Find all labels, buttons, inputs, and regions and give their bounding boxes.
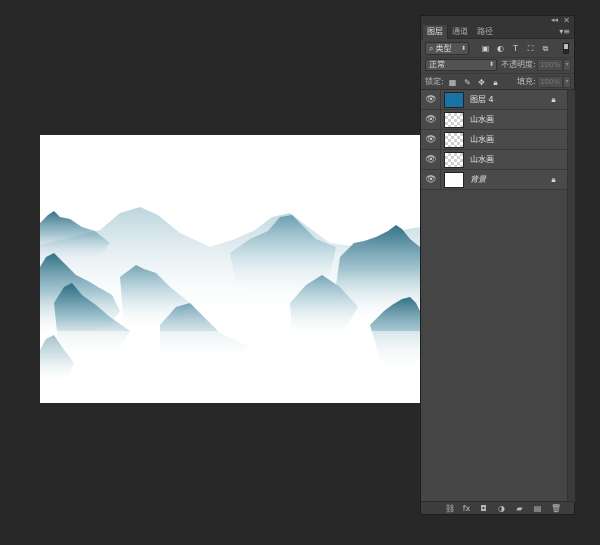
lock-label: 锁定:: [425, 77, 444, 86]
layer-name: 图层 4: [470, 95, 494, 104]
document-canvas[interactable]: [40, 135, 420, 403]
add-mask-icon[interactable]: ◘: [479, 504, 488, 513]
filter-toggle-switch[interactable]: [563, 43, 569, 54]
layer-thumbnail: [444, 92, 464, 108]
tab-layers[interactable]: 图层: [423, 25, 448, 39]
collapse-panel-icon[interactable]: ◂◂: [551, 16, 558, 25]
chevron-updown-icon: ⬍: [488, 61, 494, 68]
layer-thumbnail: [444, 152, 464, 168]
lock-icon: 🔒︎: [551, 175, 556, 184]
layer-row[interactable]: 👁︎ 背景 🔒︎: [421, 170, 567, 190]
layer-filter-row: ⌕ 类型 ⬍ ▣ ◐ T ⛶ ⧉: [421, 39, 574, 58]
layer-row[interactable]: 👁︎ 图层 4 🔒︎: [421, 90, 567, 110]
eye-column-divider: [440, 150, 441, 170]
visibility-eye-icon[interactable]: 👁︎: [425, 95, 437, 105]
eye-column-divider: [440, 130, 441, 150]
filter-pixel-icon[interactable]: ▣: [481, 44, 490, 53]
tab-paths[interactable]: 路径: [473, 25, 497, 39]
close-panel-icon[interactable]: ✕: [563, 16, 570, 25]
lock-icon: 🔒︎: [551, 95, 556, 104]
chevron-updown-icon: ⬍: [460, 45, 466, 52]
opacity-dropdown-icon[interactable]: ▾: [563, 59, 571, 71]
eye-column-divider: [440, 170, 441, 190]
layer-thumbnail: [444, 172, 464, 188]
blend-mode-label: 正常: [429, 60, 445, 69]
fill-dropdown-icon[interactable]: ▾: [563, 76, 571, 88]
fill-field[interactable]: 100%: [537, 76, 563, 88]
layer-row[interactable]: 👁︎ 山水画: [421, 110, 567, 130]
new-adjustment-layer-icon[interactable]: ◑: [497, 504, 506, 513]
blend-mode-select[interactable]: 正常 ⬍: [425, 59, 497, 71]
lock-all-icon[interactable]: 🔒︎: [491, 78, 500, 87]
new-layer-icon[interactable]: ▤: [533, 504, 542, 513]
panel-menu-icon[interactable]: ▾≡: [559, 25, 570, 39]
filter-kind-select[interactable]: ⌕ 类型 ⬍: [425, 42, 469, 55]
blend-opacity-row: 正常 ⬍ 不透明度: 100% ▾: [421, 58, 574, 72]
layers-panel: ◂◂ ✕ 图层 通道 路径 ▾≡ ⌕ 类型 ⬍ ▣ ◐ T ⛶ ⧉ 正常 ⬍ 不透…: [420, 15, 575, 515]
filter-adjustment-icon[interactable]: ◐: [496, 44, 505, 53]
layer-row[interactable]: 👁︎ 山水画: [421, 130, 567, 150]
layer-name: 背景: [470, 175, 486, 184]
panel-tabs: 图层 通道 路径 ▾≡: [421, 25, 574, 39]
lock-position-icon[interactable]: ✥: [477, 78, 486, 87]
layer-name: 山水画: [470, 135, 494, 144]
lock-transparent-pixels-icon[interactable]: ▦: [448, 78, 457, 87]
eye-column-divider: [440, 90, 441, 110]
layer-row[interactable]: 👁︎ 山水画: [421, 150, 567, 170]
link-layers-icon[interactable]: ⛓: [445, 504, 455, 513]
tab-channels[interactable]: 通道: [448, 25, 472, 39]
layers-scrollbar[interactable]: [567, 90, 575, 502]
visibility-eye-icon[interactable]: 👁︎: [425, 135, 437, 145]
mountain-landscape-artwork: [40, 207, 420, 403]
layers-list: 👁︎ 图层 4 🔒︎ 👁︎ 山水画 👁︎ 山水画 👁︎ 山水画 👁︎ 背景 🔒︎: [421, 90, 567, 502]
new-group-icon[interactable]: ▰: [515, 504, 524, 513]
layer-name: 山水画: [470, 115, 494, 124]
delete-layer-icon[interactable]: 🗑︎: [551, 504, 561, 513]
eye-column-divider: [440, 110, 441, 130]
panel-title-bar: ◂◂ ✕: [421, 16, 574, 25]
search-icon: ⌕: [429, 44, 434, 53]
layer-name: 山水画: [470, 155, 494, 164]
visibility-eye-icon[interactable]: 👁︎: [425, 115, 437, 125]
panel-bottom-toolbar: ⛓ fx ◘ ◑ ▰ ▤ 🗑︎: [421, 501, 574, 514]
visibility-eye-icon[interactable]: 👁︎: [425, 155, 437, 165]
filter-kind-label: 类型: [435, 44, 452, 53]
lock-image-pixels-icon[interactable]: ✎: [463, 78, 472, 87]
layer-thumbnail: [444, 132, 464, 148]
layer-thumbnail: [444, 112, 464, 128]
filter-type-icon[interactable]: T: [511, 44, 520, 53]
filter-smartobject-icon[interactable]: ⧉: [541, 44, 550, 53]
filter-shape-icon[interactable]: ⛶: [526, 44, 535, 53]
fill-label: 填充:: [517, 77, 536, 86]
visibility-eye-icon[interactable]: 👁︎: [425, 175, 437, 185]
opacity-label: 不透明度:: [501, 60, 536, 69]
opacity-field[interactable]: 100%: [537, 59, 563, 71]
lock-fill-row: 锁定: ▦ ✎ ✥ 🔒︎ 填充: 100% ▾: [421, 73, 574, 90]
layer-style-fx-icon[interactable]: fx: [462, 504, 471, 513]
